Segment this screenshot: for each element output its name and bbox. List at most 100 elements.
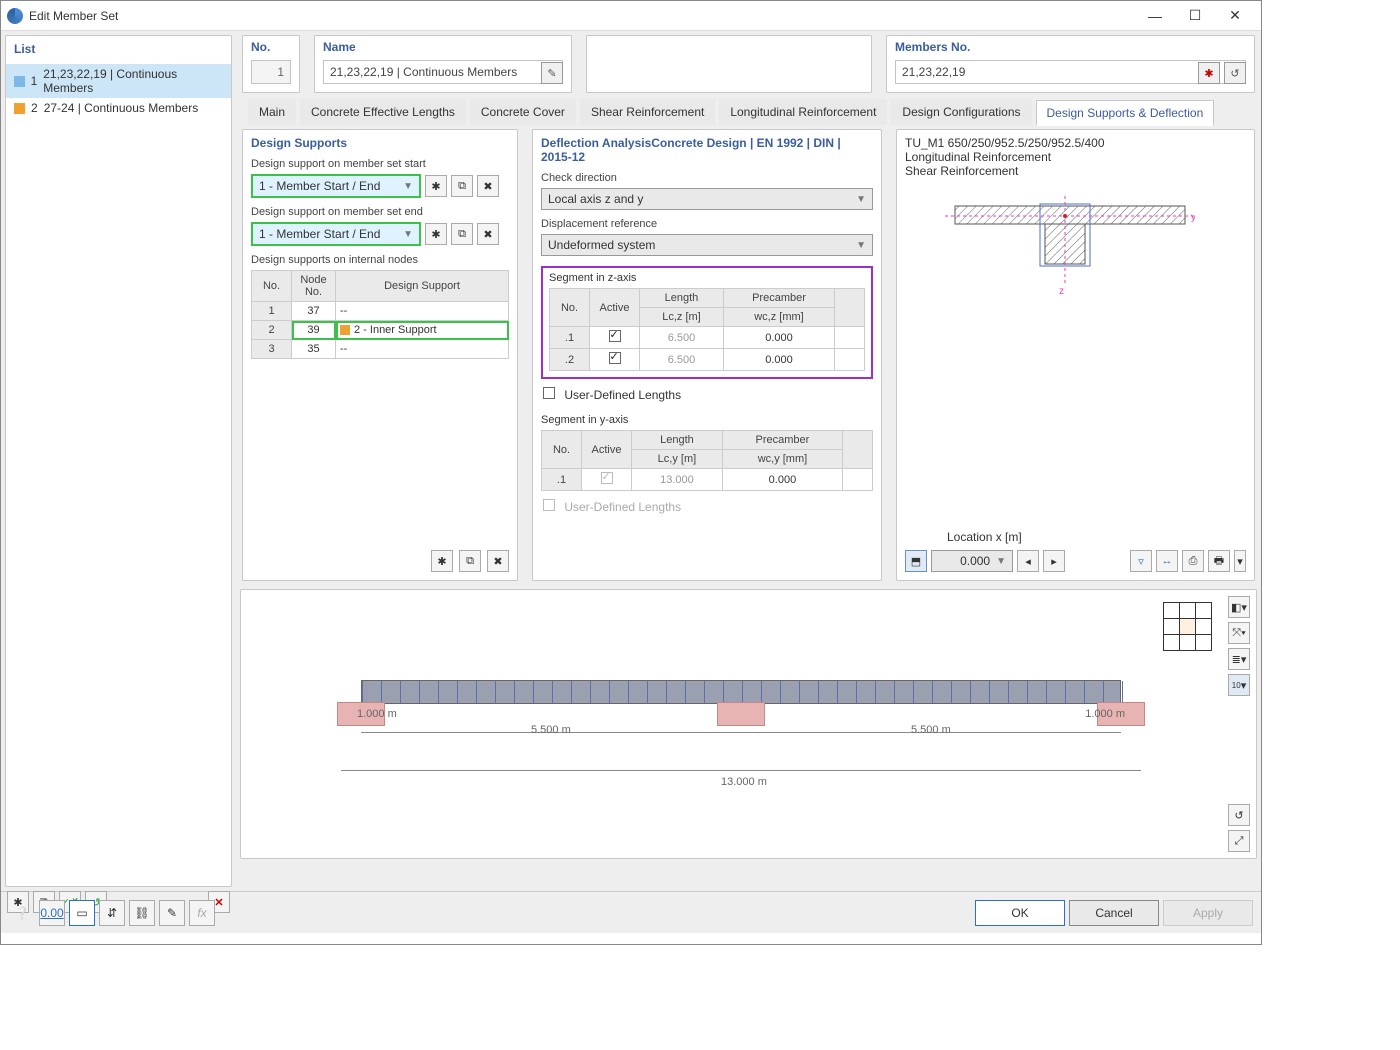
tab-design-configurations[interactable]: Design Configurations [891,99,1031,125]
zoom-extents-icon[interactable]: ⤢ [1228,830,1250,852]
window-title: Edit Member Set [29,9,1135,23]
viewcube-icon[interactable] [1163,602,1212,651]
segment-y-label: Segment in y-axis [541,414,873,426]
active-checkbox [601,472,613,484]
name-label: Name [323,40,563,54]
print-icon[interactable]: 🖶 [1208,550,1230,572]
clear-support-icon[interactable]: ✖ [477,175,499,197]
udl-y-checkbox [543,499,555,511]
member-preview[interactable]: ◧▾ ⤧▾ ≣▾ 10▾ ↺ ⤢ 1.000 m 1.000 m 5.500 m… [240,589,1257,859]
udl-y-row: User-Defined Lengths [543,499,873,514]
reset-view-icon[interactable]: ↺ [1228,804,1250,826]
member-set-list[interactable]: 1 21,23,22,19 | Continuous Members 2 27-… [6,62,231,886]
cancel-button[interactable]: Cancel [1069,900,1159,926]
segment-z-table[interactable]: No. Active Length Precamber Lc,z [m] wc,… [549,288,865,371]
table-row[interactable]: .1 13.000 0.000 [542,469,873,491]
table-row[interactable]: 2 39 2 - Inner Support [252,321,509,340]
location-x-dd[interactable]: 0.000▼ [931,550,1013,572]
delete-row-icon[interactable]: ✖ [487,550,509,572]
new-support-icon[interactable]: ✱ [425,223,447,245]
chevron-down-icon: ▼ [996,556,1006,567]
app-icon [7,8,23,24]
check-direction-label: Check direction [541,172,873,184]
minimize-button[interactable]: — [1135,2,1175,30]
section-glyph-icon[interactable]: ⬒ [905,550,927,572]
layers-icon[interactable]: ≣▾ [1228,648,1250,670]
lib-support-icon[interactable]: ⧉ [451,223,473,245]
script-icon[interactable]: ✎ [159,900,185,926]
tab-main[interactable]: Main [248,99,296,125]
udl-y-label: User-Defined Lengths [564,500,681,514]
chevron-down-icon: ▼ [856,240,866,251]
active-checkbox[interactable] [609,352,621,364]
tab-concrete-cover[interactable]: Concrete Cover [470,99,576,125]
tab-effective-lengths[interactable]: Concrete Effective Lengths [300,99,466,125]
units-icon[interactable]: 0.00 [39,900,65,926]
list-item[interactable]: 1 21,23,22,19 | Continuous Members [6,64,231,98]
info-line-shear: Shear Reinforcement [905,164,1246,178]
svg-text:z: z [1059,286,1064,297]
tab-longitudinal-reinforcement[interactable]: Longitudinal Reinforcement [719,99,887,125]
table-row[interactable]: .2 6.500 0.000 [550,349,865,371]
chain-icon[interactable]: ⛓ [129,900,155,926]
axes-icon[interactable]: ⤧▾ [1228,622,1250,644]
dimension-icon[interactable]: ↔ [1156,550,1178,572]
list-item-label: 27-24 | Continuous Members [44,101,199,115]
filter-icon[interactable]: ▿ [1130,550,1152,572]
members-no-label: Members No. [895,40,1246,54]
dim-overhang-r: 1.000 m [1085,708,1125,720]
lib-support-icon[interactable]: ⧉ [451,175,473,197]
tab-shear-reinforcement[interactable]: Shear Reinforcement [580,99,715,125]
view-icon[interactable]: ▭ [69,900,95,926]
internal-supports-table[interactable]: No. Node No. Design Support 1 37 -- 2 39… [251,270,509,359]
support-end-label: Design support on member set end [251,206,509,218]
edit-name-icon[interactable]: ✎ [541,62,563,84]
apply-button: Apply [1163,900,1253,926]
support-start-value: 1 - Member Start / End [259,179,380,193]
scale-icon[interactable]: 10▾ [1228,674,1250,696]
deflection-title: Deflection AnalysisConcrete Design | EN … [541,136,873,164]
udl-z-checkbox[interactable] [543,387,555,399]
print-dd-icon[interactable]: ▾ [1234,550,1246,572]
new-support-icon[interactable]: ✱ [425,175,447,197]
support-start-dd[interactable]: 1 - Member Start / End ▼ [251,174,421,198]
table-row[interactable]: 3 35 -- [252,340,509,359]
no-label: No. [251,40,291,54]
location-prev-icon[interactable]: ◂ [1017,550,1039,572]
iso-view-icon[interactable]: ◧▾ [1228,596,1250,618]
active-checkbox[interactable] [609,330,621,342]
table-row[interactable]: .1 6.500 0.000 [550,327,865,349]
internal-supports-label: Design supports on internal nodes [251,254,509,266]
support-end-dd[interactable]: 1 - Member Start / End▼ [251,222,421,246]
th-support: Design Support [336,271,509,302]
maximize-button[interactable]: ☐ [1175,2,1215,30]
export-icon[interactable]: ⎙ [1182,550,1204,572]
beam [361,680,1121,704]
table-row[interactable]: 1 37 -- [252,302,509,321]
titlebar: Edit Member Set — ☐ ✕ [1,1,1261,31]
color-swatch [14,76,25,87]
segment-y-table[interactable]: No. Active Length Precamber Lc,y [m] wc,… [541,430,873,491]
copy-row-icon[interactable]: ⧉ [459,550,481,572]
list-item[interactable]: 2 27-24 | Continuous Members [6,98,231,118]
fx-icon[interactable]: fx [189,900,215,926]
clear-support-icon[interactable]: ✖ [477,223,499,245]
new-row-icon[interactable]: ✱ [431,550,453,572]
check-direction-dd[interactable]: Local axis z and y▼ [541,188,873,210]
name-field[interactable]: 21,23,22,19 | Continuous Members [323,60,563,84]
help-icon[interactable]: ❔ [9,900,35,926]
cross-section-name: TU_M1 650/250/952.5/250/952.5/400 [905,136,1246,150]
ok-button[interactable]: OK [975,900,1065,926]
displacement-ref-dd[interactable]: Undeformed system▼ [541,234,873,256]
axis-setup-icon[interactable]: ⇵ [99,900,125,926]
chevron-down-icon: ▼ [403,181,413,192]
list-item-num: 2 [31,101,38,115]
members-no-field[interactable]: 21,23,22,19 [895,60,1246,84]
tab-design-supports-deflection[interactable]: Design Supports & Deflection [1036,100,1215,126]
pick-members-icon[interactable]: ✱ [1198,62,1220,84]
udl-z-row[interactable]: User-Defined Lengths [543,387,873,402]
close-button[interactable]: ✕ [1215,2,1255,30]
location-next-icon[interactable]: ▸ [1043,550,1065,572]
reverse-members-icon[interactable]: ↺ [1224,62,1246,84]
support-icon [717,702,765,726]
